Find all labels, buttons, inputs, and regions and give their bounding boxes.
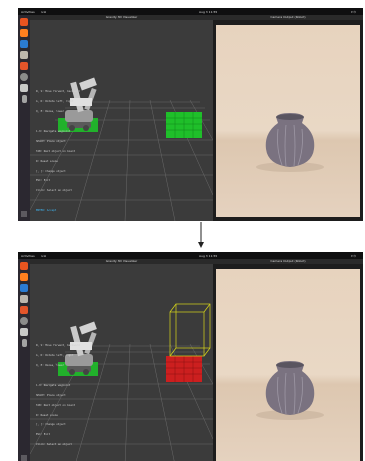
- top-panel: Activities rviz Aug 3 11:55 ▾ ⏻: [18, 8, 363, 15]
- help-line: [36, 453, 80, 456]
- ubuntu-logo-icon[interactable]: [20, 18, 28, 26]
- vase-photo: [256, 113, 324, 172]
- help-line: ESC: Exit: [36, 433, 51, 437]
- launcher-dock: [18, 15, 30, 221]
- system-tray-icon[interactable]: ▾ ⏻: [348, 254, 359, 258]
- terminal-icon[interactable]: [20, 84, 28, 92]
- help-line: 1-9: Navigate waypoint: [36, 129, 71, 133]
- files-icon[interactable]: [20, 51, 28, 59]
- firefox-icon[interactable]: [20, 273, 28, 281]
- help-line: [36, 374, 80, 377]
- camera-image: [216, 25, 360, 217]
- help-line: TAB: Next object on board: [36, 149, 76, 153]
- visualizer-window[interactable]: Gravity 3D Visualizer W, S: Move forward…: [30, 15, 213, 221]
- help-line: SPACE: Place object: [36, 139, 66, 143]
- help-overlay: W, S: Move forward, backward A, D: Rotat…: [36, 84, 80, 219]
- app-grid-icon[interactable]: [21, 211, 27, 217]
- camera-image: [216, 269, 360, 461]
- help-line: A, D: Rotate left, right: [36, 100, 74, 104]
- help-line: Q, E: Raise, lower: [36, 110, 65, 114]
- files-icon[interactable]: [20, 295, 28, 303]
- vase-photo: [256, 361, 324, 420]
- software-center-icon[interactable]: [20, 306, 28, 314]
- activities-button[interactable]: Activities: [18, 10, 38, 14]
- settings-icon[interactable]: [20, 73, 28, 81]
- camera-window[interactable]: Camera Output (Robot): [213, 259, 363, 461]
- help-line: [, ]: Change object: [36, 169, 66, 173]
- help-overlay: W, S: Move forward, backward A, D: Rotat…: [36, 338, 80, 461]
- help-line: R: Reset scene: [36, 159, 58, 163]
- help-line: [36, 199, 80, 202]
- active-app-label[interactable]: rviz: [38, 10, 49, 14]
- help-line: A, D: Rotate left, right: [36, 354, 74, 358]
- launcher-dock: [18, 259, 30, 461]
- help-line: W, S: Move forward, backward: [36, 344, 80, 348]
- settings-icon[interactable]: [20, 317, 28, 325]
- desktop-after: Activities rviz Aug 3 11:55 ▾ ⏻ Gravity …: [18, 252, 363, 461]
- help-line: Click: Select an object: [36, 189, 72, 193]
- active-app-label[interactable]: rviz: [38, 254, 49, 258]
- camera-title: Camera Output (Robot): [213, 259, 363, 264]
- help-line: SPACE: Place object: [36, 393, 66, 397]
- vscode-icon[interactable]: [20, 284, 28, 292]
- activities-button[interactable]: Activities: [18, 254, 38, 258]
- object-bounding-box[interactable]: [169, 303, 211, 357]
- help-line: W, S: Move forward, backward: [36, 90, 80, 94]
- placement-region[interactable]: [166, 356, 202, 382]
- help-line: TAB: Next object on board: [36, 403, 76, 407]
- down-arrow-icon: [198, 222, 204, 248]
- help-line: [36, 120, 80, 123]
- help-line: [, ]: Change object: [36, 423, 66, 427]
- trash-icon[interactable]: [21, 95, 27, 103]
- help-line: Q, E: Raise, lower: [36, 364, 65, 368]
- comparison-figure: Activities rviz Aug 3 11:55 ▾ ⏻ Gravity …: [0, 0, 365, 461]
- software-center-icon[interactable]: [20, 62, 28, 70]
- terminal-icon[interactable]: [20, 328, 28, 336]
- trash-icon[interactable]: [21, 339, 27, 347]
- camera-title: Camera Output (Robot): [213, 15, 363, 20]
- top-panel: Activities rviz Aug 3 11:55 ▾ ⏻: [18, 252, 363, 259]
- clock[interactable]: Aug 3 11:55: [196, 10, 220, 14]
- clock[interactable]: Aug 3 11:55: [196, 254, 220, 258]
- help-line: ESC: Exit: [36, 179, 51, 183]
- ubuntu-logo-icon[interactable]: [20, 262, 28, 270]
- help-line: 1-9: Navigate waypoint: [36, 383, 71, 387]
- system-tray-icon[interactable]: ▾ ⏻: [348, 10, 359, 14]
- desktop-before: Activities rviz Aug 3 11:55 ▾ ⏻ Gravity …: [18, 8, 363, 221]
- help-line: Click: Select an object: [36, 443, 72, 447]
- visualizer-window[interactable]: Gravity 3D Visualizer W, S: Move forward…: [30, 259, 213, 461]
- app-grid-icon[interactable]: [21, 455, 27, 461]
- help-line: ENTER: Accept: [36, 209, 57, 213]
- vscode-icon[interactable]: [20, 40, 28, 48]
- camera-window[interactable]: Camera Output (Robot): [213, 15, 363, 221]
- firefox-icon[interactable]: [20, 29, 28, 37]
- placement-region[interactable]: [166, 112, 202, 138]
- help-line: R: Reset scene: [36, 413, 58, 417]
